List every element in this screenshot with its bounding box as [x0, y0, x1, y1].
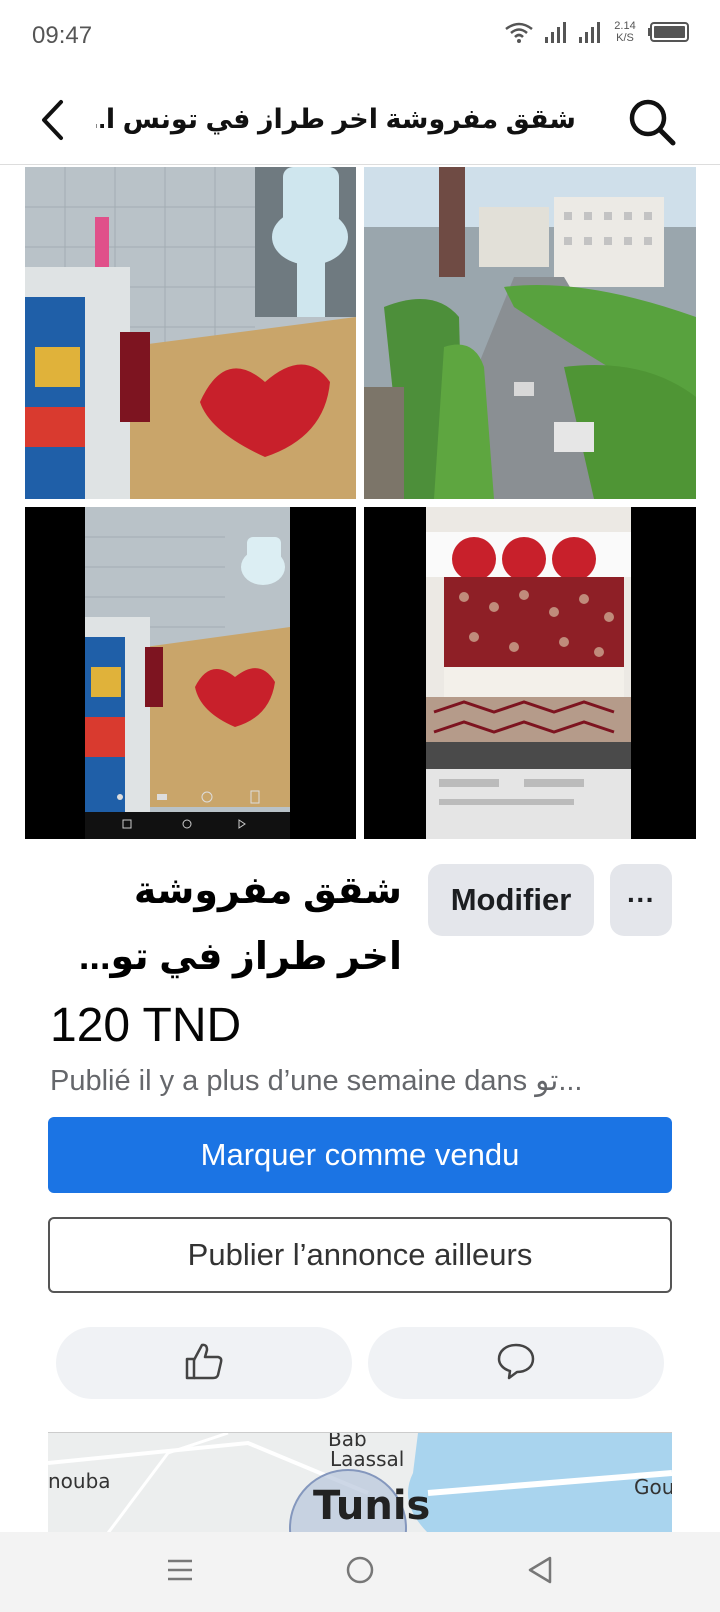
message-bubble-icon — [496, 1341, 536, 1386]
bedroom-photo[interactable] — [364, 507, 696, 839]
home-button[interactable] — [330, 1546, 390, 1598]
page-title: شقق مفروشة اخر طراز في تونس ا... — [96, 104, 576, 134]
bathroom-screenshot-photo[interactable] — [25, 507, 356, 839]
listing-title-line-1: شقق مفروشة — [133, 870, 402, 912]
tunis-avenue-photo[interactable] — [364, 167, 696, 499]
listing-title: شقق مفروشة اخر طراز في تو... — [50, 858, 402, 990]
like-button[interactable] — [56, 1327, 352, 1399]
map-label-laassal: Laassal — [330, 1447, 405, 1471]
signal-icon — [544, 21, 568, 43]
map-label-tunis: Tunis — [313, 1483, 431, 1529]
status-time: 09:47 — [32, 22, 93, 49]
map-label-nouba: nouba — [48, 1469, 111, 1493]
signal-icon — [578, 21, 602, 43]
thumbs-up-icon — [183, 1341, 225, 1386]
home-circle-icon — [345, 1555, 375, 1590]
back-button[interactable] — [30, 96, 74, 148]
bathroom-photo[interactable] — [25, 167, 356, 499]
search-icon — [627, 97, 677, 152]
publish-elsewhere-button[interactable]: Publier l’annonce ailleurs — [48, 1217, 672, 1293]
listing-price: 120 TND — [50, 999, 242, 1052]
wifi-icon — [504, 21, 534, 43]
battery-icon — [648, 21, 690, 43]
net-speed-value: 2.14 — [614, 20, 636, 32]
mark-as-sold-button[interactable]: Marquer comme vendu — [48, 1117, 672, 1193]
header-bar: شقق مفروشة اخر طراز في تونس ا... — [0, 80, 720, 165]
menu-icon — [166, 1556, 194, 1589]
message-button[interactable] — [368, 1327, 664, 1399]
net-speed-unit: K/S — [616, 32, 634, 44]
net-speed: 2.14 K/S — [612, 20, 638, 44]
status-icons: 2.14 K/S — [504, 20, 690, 44]
chevron-left-icon — [39, 99, 65, 146]
system-back-button[interactable] — [510, 1546, 570, 1598]
location-map[interactable]: Bab Laassal nouba Tunis Gou — [48, 1432, 672, 1532]
search-button[interactable] — [624, 96, 680, 152]
listing-title-line-2: اخر طراز في تو... — [78, 936, 402, 978]
map-label-gou: Gou — [634, 1475, 672, 1499]
listing-meta: Publié il y a plus d’une semaine dans تو… — [50, 1065, 583, 1097]
recent-apps-button[interactable] — [150, 1546, 210, 1598]
system-nav-bar — [0, 1532, 720, 1612]
back-triangle-icon — [526, 1555, 554, 1590]
status-bar: 09:47 2.14 K/S — [0, 0, 720, 72]
edit-button[interactable]: Modifier — [428, 864, 594, 936]
more-options-button[interactable]: ··· — [610, 864, 672, 936]
